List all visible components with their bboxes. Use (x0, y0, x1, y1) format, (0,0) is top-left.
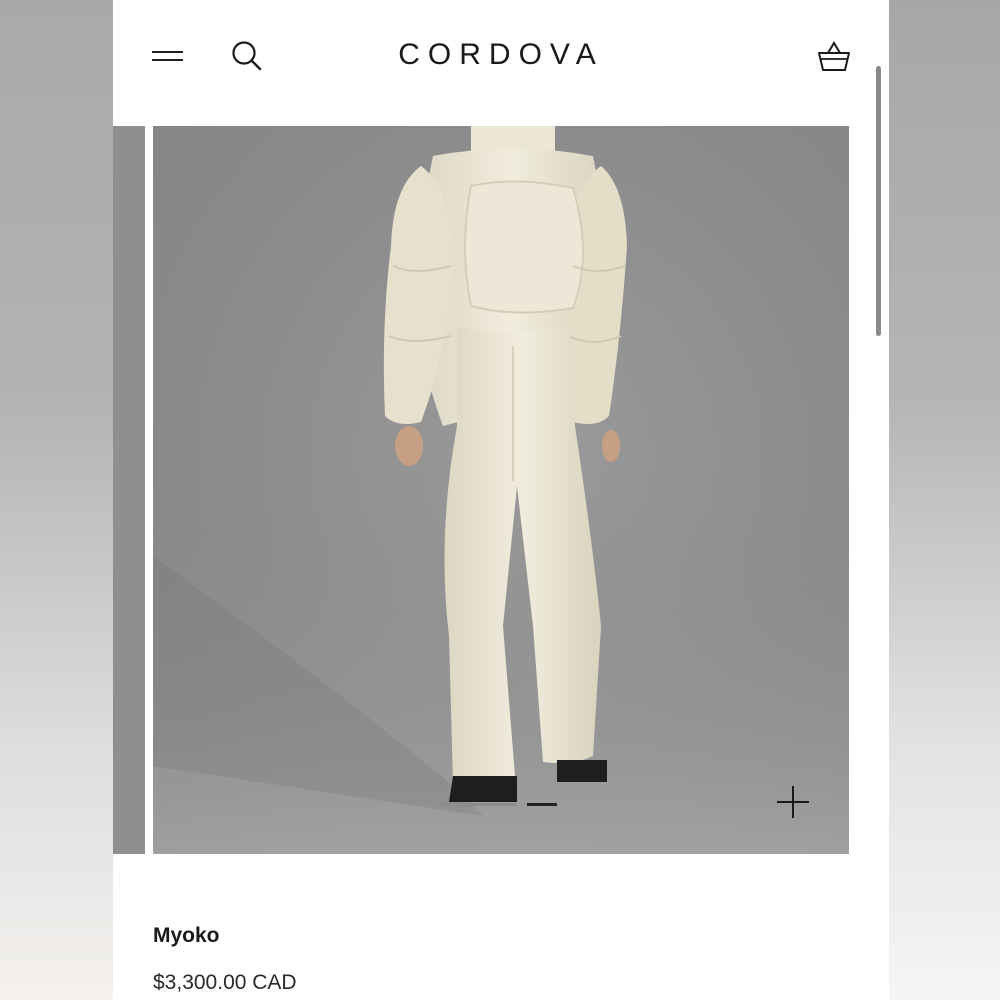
product-name: Myoko (153, 924, 220, 947)
mobile-screen: CORDOVA Myoko $3,300.00 CAD (113, 0, 889, 1000)
page-scrollbar[interactable] (876, 66, 881, 336)
product-photo-illustration (153, 126, 849, 854)
plus-icon[interactable] (775, 784, 811, 820)
brand-logo[interactable]: CORDOVA (113, 38, 889, 72)
blurred-background-right (889, 0, 1000, 1000)
slide-dot-2[interactable] (527, 803, 557, 806)
basket-icon[interactable] (816, 40, 852, 72)
previous-slide-peek[interactable] (113, 126, 145, 854)
blurred-background-left (0, 0, 113, 1000)
slide-dot-1[interactable] (443, 803, 517, 806)
site-header: CORDOVA (113, 0, 889, 126)
product-image[interactable] (153, 126, 849, 854)
product-price: $3,300.00 CAD (153, 971, 297, 994)
